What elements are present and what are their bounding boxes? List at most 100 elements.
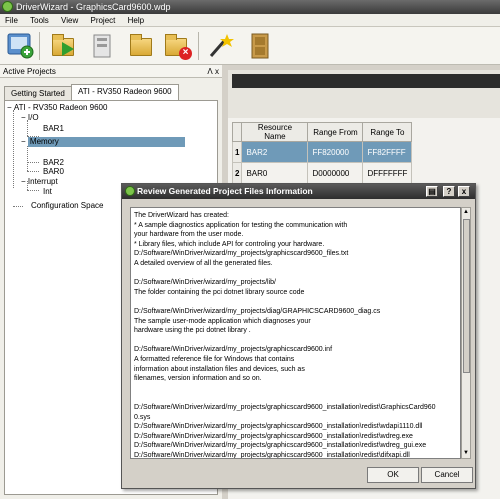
range-from-cell[interactable]: D0000000: [307, 162, 364, 184]
help-button[interactable]: ?: [443, 186, 455, 197]
dialog-text-line: * Library files, which include API for c…: [134, 240, 325, 248]
tree-connector: [27, 162, 39, 163]
tree-item-memory-group[interactable]: − Memory: [21, 137, 185, 147]
magic-wand-icon: [209, 34, 234, 57]
new-project-icon: [7, 33, 34, 59]
menu-help[interactable]: Help: [123, 14, 149, 27]
tree-item-config-space[interactable]: Configuration Space: [31, 201, 104, 211]
menu-view[interactable]: View: [56, 14, 83, 27]
range-from-cell[interactable]: FF820000: [307, 141, 364, 163]
scroll-up-icon[interactable]: ▲: [462, 208, 470, 217]
dialog-text-line: your hardware from the user mode.: [134, 231, 244, 239]
generate-code-button[interactable]: [205, 30, 235, 62]
tree-item-device[interactable]: − ATI - RV350 Radeon 9600: [7, 103, 107, 113]
range-to-cell[interactable]: FF82FFFF: [362, 141, 413, 163]
close-button[interactable]: x: [458, 186, 470, 197]
dialog-text-area[interactable]: The DriverWizard has created: * A sample …: [130, 207, 461, 459]
row-number: 2: [231, 162, 243, 184]
dialog-text-line: D:/Software/WinDriver/wizard/my_projects…: [134, 423, 423, 431]
col-range-to[interactable]: Range To: [362, 122, 413, 142]
dialog-app-icon: [125, 186, 135, 196]
range-to-cell[interactable]: DFFFFFFF: [362, 162, 413, 184]
ok-button[interactable]: OK: [367, 467, 419, 483]
dialog-text-line: hardware using the pci dotnet library .: [134, 327, 251, 335]
review-files-dialog: Review Generated Project Files Informati…: [121, 183, 476, 489]
row-number-header: [231, 122, 243, 142]
open-project-button[interactable]: [50, 30, 80, 62]
table-header-row: Resource Name Range From Range To: [231, 122, 413, 142]
menu-tools[interactable]: Tools: [25, 14, 54, 27]
resources-table: Resource Name Range From Range To 1 BAR2…: [231, 122, 413, 184]
tree-item-memory[interactable]: Memory: [27, 137, 185, 147]
tree-connector: [27, 190, 39, 191]
dialog-titlebar: Review Generated Project Files Informati…: [122, 184, 475, 199]
toolbar-separator: [198, 32, 199, 60]
dialog-title: Review Generated Project Files Informati…: [137, 186, 313, 196]
tree-connector: [27, 146, 28, 171]
window-titlebar: DriverWizard - GraphicsCard9600.wdp: [0, 0, 500, 14]
dialog-text-line: D:/Software/WinDriver/wizard/my_projects…: [134, 308, 381, 315]
dialog-text-line: D:/Software/WinDriver/wizard/my_projects…: [134, 346, 333, 354]
tree-connector: [27, 171, 39, 172]
row-number: 1: [231, 141, 243, 163]
tree-item-int[interactable]: Int: [43, 187, 52, 197]
save-project-button[interactable]: [88, 30, 118, 62]
dialog-text-line: D:/Software/WinDriver/wizard/my_projects…: [134, 452, 410, 459]
dialog-text-line: * A sample diagnostics application for t…: [134, 221, 348, 229]
window-title: DriverWizard - GraphicsCard9600.wdp: [16, 2, 171, 12]
exit-door-icon: [251, 33, 269, 59]
col-resource-name[interactable]: Resource Name: [241, 122, 309, 142]
active-projects-header: Active Projects Ʌ x: [0, 65, 222, 78]
resource-name-cell[interactable]: BAR0: [241, 162, 309, 184]
table-row[interactable]: 1 BAR2 FF820000 FF82FFFF: [231, 141, 413, 163]
dialog-text-line: D:/Software/WinDriver/wizard/my_projects…: [134, 442, 427, 450]
tab-ati-radeon[interactable]: ATI - RV350 Radeon 9600: [71, 84, 179, 100]
dialog-text-line: information about installation files and…: [134, 365, 305, 373]
panel-controls[interactable]: Ʌ x: [207, 65, 219, 78]
dialog-text-line: D:/Software/WinDriver/wizard/my_projects…: [134, 432, 413, 440]
toolbar-separator: [39, 32, 40, 60]
menu-bar: File Tools View Project Help: [0, 14, 500, 27]
folder-icon: [130, 34, 152, 56]
open-folder-button[interactable]: [128, 30, 158, 62]
dialog-vertical-scrollbar[interactable]: ▲ ▼: [461, 207, 471, 459]
dialog-text-line: A detailed overview of all the generated…: [134, 260, 273, 267]
scroll-thumb[interactable]: [463, 219, 470, 373]
menu-project[interactable]: Project: [85, 14, 120, 27]
dialog-text-line: A formatted reference file for Windows t…: [134, 356, 295, 363]
new-project-button[interactable]: [6, 30, 36, 62]
tree-item-io[interactable]: − I/O: [21, 113, 39, 123]
resource-name-cell[interactable]: BAR2: [241, 141, 309, 163]
tab-getting-started[interactable]: Getting Started: [4, 86, 72, 100]
dialog-text-line: 0.sys: [134, 413, 151, 421]
col-range-from[interactable]: Range From: [307, 122, 364, 142]
exit-button[interactable]: [245, 30, 275, 62]
save-icon: [93, 34, 111, 58]
tree-connector: [13, 206, 23, 207]
collapse-icon[interactable]: −: [7, 103, 14, 112]
cancel-button[interactable]: Cancel: [421, 467, 473, 483]
menu-file[interactable]: File: [0, 14, 23, 27]
tree-item-bar0[interactable]: BAR0: [43, 167, 64, 177]
app-icon: [2, 1, 13, 12]
dialog-text-line: D:/Software/WinDriver/wizard/my_projects…: [134, 404, 436, 411]
print-icon[interactable]: ▤: [426, 186, 438, 197]
details-header-bar: [232, 74, 500, 88]
dialog-text-line: The DriverWizard has created:: [134, 212, 229, 219]
scroll-down-icon[interactable]: ▼: [462, 449, 470, 458]
close-project-button[interactable]: ×: [163, 30, 193, 62]
remove-badge-icon: ×: [179, 47, 192, 60]
toolbar: ×: [0, 27, 500, 65]
arrow-right-icon: [62, 42, 74, 56]
collapse-icon[interactable]: −: [21, 113, 28, 122]
table-row[interactable]: 2 BAR0 D0000000 DFFFFFFF: [231, 162, 413, 184]
tree-item-bar1[interactable]: BAR1: [43, 124, 64, 134]
panel-title: Active Projects: [3, 67, 56, 76]
dialog-text-line: D:/Software/WinDriver/wizard/my_projects…: [134, 279, 276, 287]
dialog-text-line: The folder containing the pci dotnet lib…: [134, 288, 305, 296]
tree-item-interrupt[interactable]: − Interrupt: [21, 177, 58, 187]
collapse-icon[interactable]: −: [21, 137, 28, 146]
collapse-icon[interactable]: −: [21, 177, 28, 186]
dialog-text-line: The sample user-mode application which d…: [134, 317, 311, 325]
dialog-text-line: D:/Software/WinDriver/wizard/my_projects…: [134, 250, 349, 258]
